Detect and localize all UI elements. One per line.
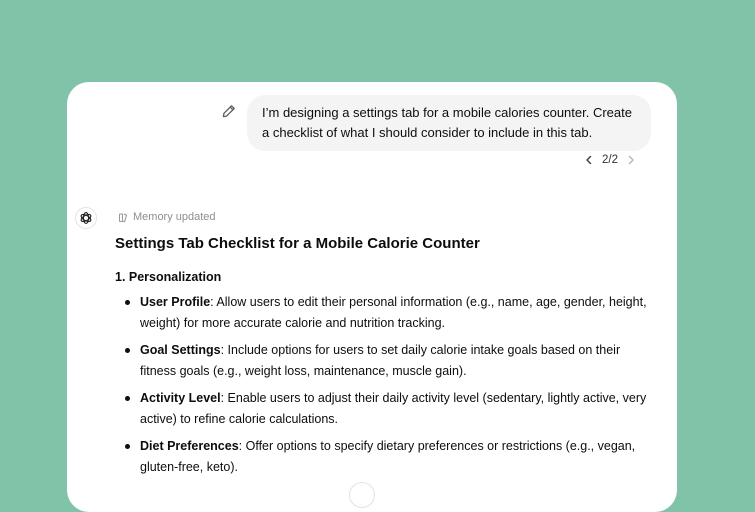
item-description: : Allow users to edit their personal inf… xyxy=(140,295,647,330)
response-pagination: 2/2 xyxy=(583,152,637,168)
chat-card: I’m designing a settings tab for a mobil… xyxy=(67,82,677,512)
section-heading: 1. Personalization xyxy=(115,270,222,284)
item-term: User Profile xyxy=(140,295,211,309)
memory-updated-indicator[interactable]: Memory updated xyxy=(118,211,216,223)
item-term: Goal Settings xyxy=(140,343,221,357)
assistant-avatar xyxy=(75,207,97,229)
checklist: User Profile: Allow users to edit their … xyxy=(115,292,655,484)
item-term: Activity Level xyxy=(140,391,221,405)
openai-logo-icon xyxy=(80,212,92,224)
item-term: Diet Preferences xyxy=(140,439,239,453)
list-item: Goal Settings: Include options for users… xyxy=(115,340,655,382)
pagination-label: 2/2 xyxy=(602,154,618,166)
list-item: Activity Level: Enable users to adjust t… xyxy=(115,388,655,430)
answer-title: Settings Tab Checklist for a Mobile Calo… xyxy=(115,235,480,252)
pencil-icon[interactable] xyxy=(221,103,237,119)
scroll-down-button[interactable] xyxy=(349,482,375,508)
memory-icon xyxy=(118,212,128,222)
chevron-left-icon[interactable] xyxy=(583,154,595,166)
chevron-right-icon[interactable] xyxy=(625,154,637,166)
memory-status-text: Memory updated xyxy=(133,211,216,223)
list-item: User Profile: Allow users to edit their … xyxy=(115,292,655,334)
list-item: Diet Preferences: Offer options to speci… xyxy=(115,436,655,478)
user-message-bubble: I’m designing a settings tab for a mobil… xyxy=(247,95,651,151)
